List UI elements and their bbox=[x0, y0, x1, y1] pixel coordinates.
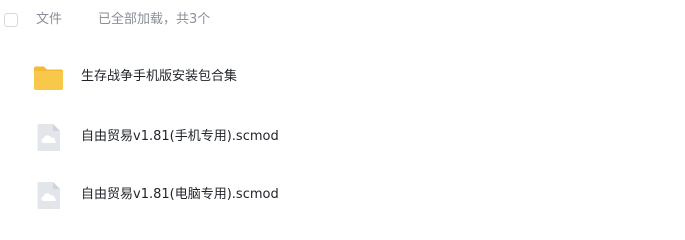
file-name[interactable]: 自由贸易v1.81(电脑专用).scmod bbox=[81, 187, 279, 203]
file-name[interactable]: 生存战争手机版安装包合集 bbox=[81, 69, 237, 85]
select-all-checkbox[interactable] bbox=[4, 13, 18, 27]
list-item[interactable]: 自由贸易v1.81(电脑专用).scmod bbox=[0, 166, 685, 224]
folder-icon bbox=[33, 62, 64, 93]
cloud-file-icon bbox=[33, 122, 64, 153]
cloud-file-icon bbox=[33, 180, 64, 211]
list-item[interactable]: 自由贸易v1.81(手机专用).scmod bbox=[0, 108, 685, 166]
file-name[interactable]: 自由贸易v1.81(手机专用).scmod bbox=[81, 129, 279, 145]
file-list-header: 文件 已全部加载，共3个 bbox=[0, 0, 685, 40]
column-title-file: 文件 bbox=[36, 12, 63, 27]
list-item[interactable]: 生存战争手机版安装包合集 bbox=[0, 48, 685, 106]
load-status-text: 已全部加载，共3个 bbox=[98, 12, 211, 27]
